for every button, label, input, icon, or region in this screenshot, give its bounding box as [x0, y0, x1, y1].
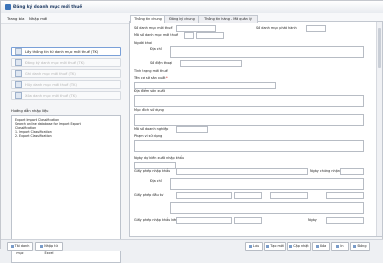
bottom-toolbar: Tải danh mục Nhập từ Excel Lưu Tạo mới C…	[1, 239, 383, 255]
delete-button[interactable]: Xóa	[312, 242, 330, 251]
new-button[interactable]: Tạo mới	[264, 242, 286, 251]
label-certificate-date: Ngày chứng nhận	[310, 169, 340, 173]
left-panel: Lấy thông tin từ danh mục mới thuế (TK) …	[5, 25, 129, 263]
certificate-date-field[interactable]	[340, 168, 364, 175]
production-address-field[interactable]	[134, 95, 364, 107]
label-issued-list-number: Số danh mục phát hành	[256, 26, 297, 30]
label-enterprise-code: Mã số doanh nghiệp	[134, 127, 169, 131]
new-icon	[266, 244, 270, 248]
label-purpose: Mục đích sử dụng	[134, 108, 164, 112]
menu-item-new[interactable]: Nhập mới	[29, 16, 47, 21]
update-icon	[289, 244, 293, 248]
label-import-license: Giấy phép nhập khẩu	[134, 169, 171, 173]
save-button[interactable]: Lưu	[245, 242, 263, 251]
sidebar-action-fetch[interactable]: Lấy thông tin từ danh mục mới thuế (TK)	[11, 47, 121, 56]
investment-license-field[interactable]	[176, 192, 232, 199]
investment-license-number-field[interactable]	[234, 192, 262, 199]
excel-icon	[40, 244, 44, 248]
sidebar-action-label: Ghi danh mục mới thuế (TK)	[25, 71, 76, 76]
expected-date-field[interactable]	[134, 162, 176, 169]
sidebar-action-label: Hủy danh mục mới thuế (TK)	[25, 82, 77, 87]
notes-label: Hướng dẫn nhập liệu	[11, 109, 49, 113]
list-code-field[interactable]	[184, 32, 194, 39]
sidebar-action-label: Đăng ký danh mục mới thuế (TK)	[25, 60, 85, 65]
app-icon	[5, 4, 11, 10]
list-code-sub-field[interactable]	[196, 32, 224, 39]
scope-field[interactable]	[134, 140, 364, 152]
attached-license-date-field[interactable]	[326, 217, 364, 224]
attached-license-number-field[interactable]	[234, 217, 262, 224]
print-button[interactable]: In	[331, 242, 349, 251]
scroll-thumb[interactable]	[378, 28, 381, 68]
investment-license-date-field[interactable]	[326, 192, 364, 199]
attached-license-field[interactable]	[176, 217, 232, 224]
window-title: Đăng ký doanh mục mới thuế	[13, 4, 83, 9]
tab-goods[interactable]: Thông tin hàng - Mã quản lý	[198, 15, 258, 23]
label-list-code: Mã số danh mục mới thuế	[134, 33, 179, 37]
tab-registration[interactable]: Đăng ký chung	[164, 15, 200, 23]
investment-license-address-field[interactable]	[170, 202, 364, 214]
label-expected-date: Ngày dự kiến xuất nhập khẩu	[134, 156, 185, 160]
cancel-icon	[15, 81, 22, 88]
investment-license-extra-field[interactable]	[270, 192, 308, 199]
download-icon	[10, 244, 14, 248]
label-scope: Phạm vi sử dụng	[134, 134, 163, 138]
delete-icon	[315, 244, 319, 248]
register-icon	[15, 59, 22, 66]
print-label: In	[340, 244, 344, 248]
label-date: Ngày	[308, 218, 317, 222]
delete-label: Xóa	[319, 244, 327, 248]
required-mark: *	[166, 76, 168, 80]
label-status: Tình trạng mới thuế	[134, 69, 168, 73]
app-window: Đăng ký doanh mục mới thuế Trang bìa Nhậ…	[0, 0, 383, 263]
save-icon	[248, 244, 252, 248]
print-icon	[336, 244, 340, 248]
load-list-button[interactable]: Tải danh mục	[7, 242, 33, 255]
sidebar-action-save[interactable]: Ghi danh mục mới thuế (TK)	[11, 69, 121, 78]
label-investment-license: Giấy phép đầu tư	[134, 193, 164, 197]
fetch-icon	[15, 48, 22, 55]
license-address-field[interactable]	[170, 178, 364, 190]
new-label: Tạo mới	[270, 244, 284, 248]
form-scrollbar[interactable]	[376, 22, 382, 236]
declarant-phone-field[interactable]	[180, 60, 242, 67]
label-production-address: Địa điểm sản xuất	[134, 89, 165, 93]
sidebar-action-cancel[interactable]: Hủy danh mục mới thuế (TK)	[11, 80, 121, 89]
save-label: Lưu	[252, 244, 260, 248]
update-button[interactable]: Cập nhật	[287, 242, 311, 251]
delete-icon	[15, 92, 22, 99]
tax-list-number-field[interactable]	[176, 25, 216, 32]
producer-name-field[interactable]	[134, 82, 276, 89]
sidebar-action-register[interactable]: Đăng ký danh mục mới thuế (TK)	[11, 58, 121, 67]
tab-general[interactable]: Thông tin chung	[130, 15, 166, 23]
save-icon	[15, 70, 22, 77]
label-address: Địa chỉ	[150, 47, 162, 51]
close-label: Đóng	[357, 244, 367, 248]
enterprise-code-field[interactable]	[176, 126, 208, 133]
close-button[interactable]: Đóng	[350, 242, 370, 251]
sidebar-action-label: Lấy thông tin từ danh mục mới thuế (TK)	[25, 49, 99, 54]
notes-line: 2. Export Classification	[15, 134, 52, 138]
update-label: Cập nhật	[293, 244, 309, 248]
form-panel: Thông tin chung Đăng ký chung Thông tin …	[129, 15, 383, 237]
label-phone: Số điện thoại	[150, 61, 173, 65]
label-license-address: Địa chỉ	[150, 179, 162, 183]
sidebar-action-delete[interactable]: Xóa danh mục mới thuế (TK)	[11, 91, 121, 100]
label-tax-list-number: Số danh mục mới thuế	[134, 26, 173, 30]
purpose-field[interactable]	[134, 114, 364, 126]
label-producer-name: Tên cơ sở sản xuất	[134, 76, 166, 80]
import-excel-button[interactable]: Nhập từ Excel	[35, 242, 63, 255]
sidebar-action-label: Xóa danh mục mới thuế (TK)	[25, 93, 77, 98]
declarant-address-field[interactable]	[170, 46, 364, 58]
issued-list-number-field[interactable]	[306, 25, 326, 32]
import-license-field[interactable]	[176, 168, 308, 175]
label-declarant: Người khai	[134, 41, 153, 45]
menu-item-cover[interactable]: Trang bìa	[7, 16, 24, 21]
